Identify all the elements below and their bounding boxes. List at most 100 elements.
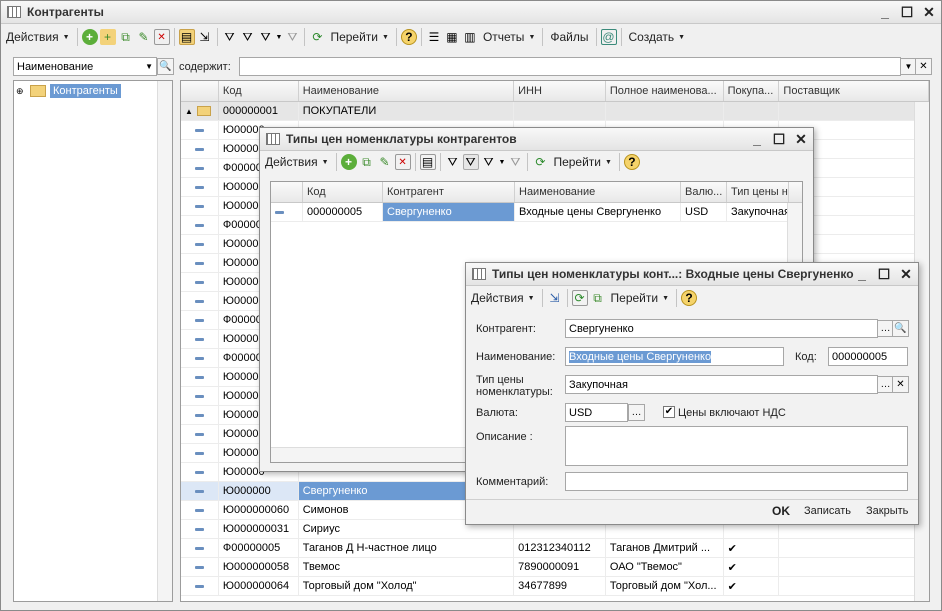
move-to-group-icon[interactable]: ⇲ — [197, 29, 213, 45]
column-header[interactable]: Тип цены н — [727, 182, 789, 202]
actions-menu[interactable]: Действия ▼ — [262, 152, 332, 172]
row-icon-cell — [181, 444, 219, 462]
copy-icon[interactable]: ⧉ — [590, 290, 606, 306]
filter-history-icon[interactable]: ⛛ — [481, 154, 497, 170]
help-icon[interactable]: ? — [623, 154, 640, 170]
search-field-select[interactable]: Наименование ▼ — [13, 57, 157, 76]
refresh-icon[interactable]: ⟳ — [532, 154, 548, 170]
go-menu[interactable]: Перейти ▼ — [327, 27, 392, 47]
email-icon[interactable]: @ — [600, 29, 617, 45]
clear-filter-icon[interactable]: ⛛ — [284, 29, 300, 45]
help-icon[interactable]: ? — [681, 290, 698, 306]
close-button[interactable]: ✕ — [921, 3, 937, 21]
clear-filter-icon[interactable]: ⛛ — [507, 154, 523, 170]
close-button[interactable]: ✕ — [898, 265, 914, 283]
cell-code: Ю000000 — [219, 482, 299, 500]
column-header[interactable]: Валю... — [681, 182, 727, 202]
hierarchy-icon[interactable]: ▤ — [178, 29, 195, 45]
filter-icon[interactable]: ⛛ — [222, 29, 238, 45]
select-button-icon[interactable]: … — [628, 404, 645, 421]
reports-icon[interactable]: ▥ — [462, 29, 478, 45]
row-icon-cell — [181, 482, 219, 500]
column-header[interactable]: Поставщик — [779, 81, 929, 101]
help-icon[interactable]: ? — [400, 29, 417, 45]
go-menu[interactable]: Перейти ▼ — [608, 288, 673, 308]
reports-label: Отчеты — [482, 30, 525, 44]
counterparty-field[interactable]: Свергуненко — [565, 319, 878, 338]
column-header[interactable]: ИНН — [514, 81, 606, 101]
copy-icon[interactable]: ⧉ — [118, 29, 134, 45]
close-form-button[interactable]: Закрыть — [866, 505, 908, 517]
clear-icon[interactable]: ✕ — [892, 376, 909, 393]
go-menu[interactable]: Перейти ▼ — [550, 152, 615, 172]
maximize-button[interactable]: ☐ — [771, 130, 787, 148]
filter-by-value-icon[interactable]: ⛛ — [240, 29, 256, 45]
ok-button[interactable]: OK — [772, 504, 790, 518]
list-settings-icon[interactable]: ☰ — [426, 29, 442, 45]
reread-icon[interactable]: ⟳ — [571, 290, 588, 306]
actions-label: Действия — [265, 155, 318, 169]
files-button[interactable]: Файлы — [547, 27, 591, 47]
cell-counterparty: Свергуненко — [383, 203, 515, 221]
actions-menu[interactable]: Действия ▼ — [468, 288, 538, 308]
edit-icon[interactable]: ✎ — [136, 29, 152, 45]
create-menu[interactable]: Создать ▼ — [626, 27, 689, 47]
column-header[interactable]: Контрагент — [383, 182, 515, 202]
add-folder-icon[interactable]: + — [99, 29, 116, 45]
column-header[interactable]: Покупа... — [724, 81, 780, 101]
reports-menu[interactable]: Отчеты ▼ — [480, 27, 538, 47]
maximize-button[interactable]: ☐ — [876, 265, 892, 283]
save-button[interactable]: Записать — [804, 505, 851, 517]
code-field[interactable]: 000000005 — [828, 347, 908, 366]
expand-icon[interactable]: ⊕ — [16, 86, 30, 97]
filter-icon[interactable]: ⛛ — [445, 154, 461, 170]
separator — [618, 153, 620, 171]
structure-icon[interactable]: ▦ — [444, 29, 460, 45]
filter-by-value-icon[interactable]: ⛛ — [462, 154, 479, 170]
column-header[interactable]: Наименование — [299, 81, 515, 101]
list-window-icon — [266, 133, 280, 145]
add-icon[interactable]: + — [340, 154, 357, 170]
table-row[interactable]: Ю000000064 Торговый дом "Холод" 34677899 То… — [181, 577, 929, 596]
column-header[interactable]: Код — [219, 81, 299, 101]
clear-search-icon[interactable]: ✕ — [915, 58, 932, 75]
filter-history-icon[interactable]: ⛛ — [258, 29, 274, 45]
add-icon[interactable]: + — [81, 29, 98, 45]
close-button[interactable]: ✕ — [793, 130, 809, 148]
minimize-button[interactable]: _ — [854, 265, 870, 283]
copy-icon[interactable]: ⧉ — [359, 154, 375, 170]
hierarchy-icon[interactable]: ▤ — [419, 154, 436, 170]
tree-root-item[interactable]: ⊕ Контрагенты — [16, 84, 121, 98]
description-field[interactable] — [565, 426, 908, 466]
name-field[interactable]: Входные цены Свергуненко — [565, 347, 784, 366]
table-header: Код Контрагент Наименование Валю... Тип … — [271, 182, 802, 203]
delete-mark-icon[interactable]: ✕ — [153, 29, 170, 45]
table-row-group[interactable]: ▲ 000000001 ПОКУПАТЕЛИ — [181, 102, 929, 121]
refresh-icon[interactable]: ⟳ — [309, 29, 325, 45]
separator — [542, 28, 544, 46]
minimize-button[interactable]: _ — [877, 3, 893, 21]
table-row[interactable]: Ю000000058 Твемос 7890000091 ОАО "Твемос" ✔ — [181, 558, 929, 577]
form-titlebar: Типы цен номенклатуры конт...: Входные ц… — [466, 263, 918, 286]
column-header[interactable]: Код — [303, 182, 383, 202]
tree-scrollbar[interactable] — [157, 81, 172, 601]
cell-price-type: Закупочная — [727, 203, 789, 221]
table-row[interactable]: 000000005 Свергуненко Входные цены Сверг… — [271, 203, 802, 222]
table-row[interactable]: Ф00000005 Таганов Д Н-частное лицо 0123123… — [181, 539, 929, 558]
main-toolbar: Действия ▼ + + ⧉ ✎ ✕ ▤ ⇲ ⛛ ⛛ ⛛ ▼ ⛛ ⟳ Перей… — [3, 25, 939, 49]
delete-mark-icon[interactable]: ✕ — [394, 154, 411, 170]
column-header[interactable]: Наименование — [515, 182, 681, 202]
column-header[interactable]: Полное наименова... — [606, 81, 724, 101]
maximize-button[interactable]: ☐ — [899, 3, 915, 21]
actions-menu[interactable]: Действия ▼ — [3, 27, 73, 47]
comment-field[interactable] — [565, 472, 908, 491]
currency-field[interactable]: USD — [565, 403, 628, 422]
open-search-icon[interactable]: 🔍 — [892, 320, 909, 337]
search-icon[interactable]: 🔍 — [157, 58, 174, 75]
search-input[interactable] — [239, 57, 901, 76]
edit-icon[interactable]: ✎ — [377, 154, 393, 170]
vat-checkbox[interactable]: ✔ — [663, 406, 675, 418]
price-type-field[interactable]: Закупочная — [565, 375, 878, 394]
minimize-button[interactable]: _ — [749, 130, 765, 148]
save-and-close-icon[interactable]: ⇲ — [547, 290, 563, 306]
